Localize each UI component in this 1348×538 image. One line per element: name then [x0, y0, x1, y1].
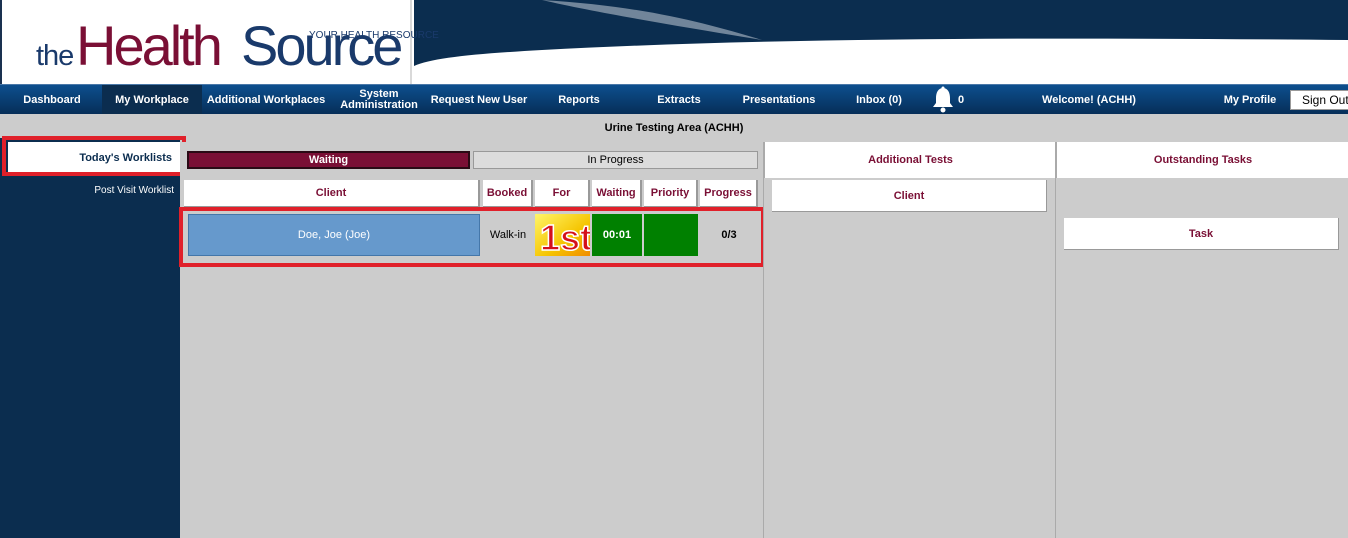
column-header-progress[interactable]: Progress: [700, 180, 758, 208]
nav-my-workplace[interactable]: My Workplace: [102, 85, 202, 115]
notification-count: 0: [958, 94, 965, 106]
page-title: Urine Testing Area (ACHH): [0, 114, 1348, 142]
badge-digit: 1st: [540, 217, 590, 256]
column-header-for[interactable]: For: [535, 180, 590, 208]
additional-tests-title: Additional Tests: [764, 142, 1056, 178]
worklist-panel: Waiting In Progress Client Booked For Wa…: [180, 142, 763, 538]
nav-system-administration[interactable]: System Administration: [334, 85, 424, 115]
first-place-badge-icon: 1st: [535, 214, 590, 256]
logo-the: the: [36, 40, 74, 72]
row-client-cell[interactable]: Doe, Joe (Joe): [188, 214, 480, 256]
nav-request-new-user[interactable]: Request New User: [426, 85, 532, 115]
sidebar-item-todays-worklists[interactable]: Today's Worklists: [8, 142, 182, 174]
bell-icon[interactable]: [930, 85, 956, 115]
row-progress-cell: 0/3: [700, 214, 758, 256]
nav-extracts[interactable]: Extracts: [646, 85, 712, 115]
logo-source: Source: [241, 14, 403, 77]
nav-my-profile[interactable]: My Profile: [1216, 85, 1284, 115]
row-waiting-cell: 00:01: [592, 214, 642, 256]
column-header-client[interactable]: Client: [184, 180, 480, 208]
outstanding-tasks-panel: Outstanding Tasks Task: [1055, 142, 1348, 538]
row-booked-cell: Walk-in: [483, 214, 533, 256]
sidebar: Today's Worklists Post Visit Worklist: [0, 138, 182, 538]
nav-presentations[interactable]: Presentations: [736, 85, 822, 115]
nav-inbox[interactable]: Inbox (0): [848, 85, 910, 115]
nav-welcome: Welcome! (ACHH): [1042, 94, 1136, 106]
sidebar-item-post-visit-worklist[interactable]: Post Visit Worklist: [0, 182, 180, 198]
main-navigation: Dashboard My Workplace Additional Workpl…: [0, 84, 1348, 115]
logo-divider: [410, 0, 412, 84]
column-header-booked[interactable]: Booked: [483, 180, 533, 208]
logo-health: Health: [76, 14, 223, 77]
nav-additional-workplaces[interactable]: Additional Workplaces: [204, 85, 328, 115]
additional-tests-panel: Additional Tests Client: [763, 142, 1056, 538]
nav-system-administration-line2: Administration: [340, 99, 418, 111]
tab-in-progress[interactable]: In Progress: [473, 151, 758, 169]
row-priority-cell: [644, 214, 698, 256]
outstanding-tasks-title: Outstanding Tasks: [1056, 142, 1348, 178]
sign-out-button[interactable]: Sign Out: [1290, 90, 1348, 110]
nav-dashboard[interactable]: Dashboard: [8, 85, 96, 115]
outstanding-tasks-column-task[interactable]: Task: [1064, 218, 1339, 250]
column-header-priority[interactable]: Priority: [644, 180, 698, 208]
tab-waiting[interactable]: Waiting: [187, 151, 470, 169]
additional-tests-column-client[interactable]: Client: [772, 180, 1047, 212]
nav-reports[interactable]: Reports: [548, 85, 610, 115]
app-header: YOUR HEALTH RESOURCE the Health Source: [0, 0, 1348, 84]
column-header-waiting[interactable]: Waiting: [592, 180, 642, 208]
